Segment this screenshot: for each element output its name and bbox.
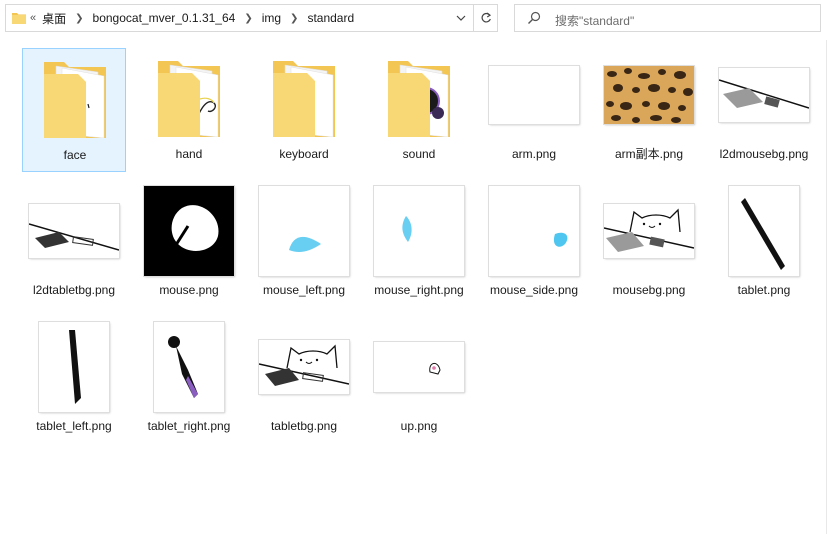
folder-item[interactable]: hand	[137, 48, 241, 172]
folder-icon	[158, 61, 220, 137]
file-item[interactable]: tablet_left.png	[22, 320, 126, 444]
item-label: tablet_left.png	[36, 419, 112, 433]
chevron-down-icon	[456, 15, 466, 21]
item-label: mouse_side.png	[489, 283, 579, 297]
chevron-right-icon[interactable]: ❯	[75, 13, 83, 24]
item-label: sound	[402, 147, 436, 161]
refresh-button[interactable]	[473, 5, 498, 31]
breadcrumb: « 桌面 ❯ bongocat_mver_0.1.31_64 ❯ img ❯ s…	[30, 5, 354, 31]
address-bar[interactable]: « 桌面 ❯ bongocat_mver_0.1.31_64 ❯ img ❯ s…	[5, 4, 498, 32]
folder-icon	[388, 61, 450, 137]
navigation-toolbar: « 桌面 ❯ bongocat_mver_0.1.31_64 ❯ img ❯ s…	[0, 0, 833, 38]
file-item[interactable]: mouse.png	[137, 184, 241, 308]
item-label: hand	[175, 147, 203, 161]
file-item[interactable]: mouse_right.png	[367, 184, 471, 308]
file-item[interactable]: tablet_right.png	[137, 320, 241, 444]
folder-item[interactable]: keyboard	[252, 48, 356, 172]
file-item[interactable]: l2dtabletbg.png	[22, 184, 126, 308]
item-label: tablet.png	[737, 283, 791, 297]
up-thumbnail	[374, 342, 464, 392]
chevron-right-icon[interactable]: ❯	[244, 13, 252, 24]
item-label: up.png	[400, 419, 438, 433]
item-label: mouse.png	[159, 283, 219, 297]
file-item[interactable]: l2dmousebg.png	[712, 48, 816, 172]
breadcrumb-bongocat[interactable]: bongocat_mver_0.1.31_64	[93, 11, 236, 25]
breadcrumb-desktop[interactable]: 桌面	[42, 10, 66, 27]
item-label: keyboard	[279, 147, 329, 161]
item-label: tabletbg.png	[270, 419, 338, 433]
folder-item[interactable]: sound	[367, 48, 471, 172]
file-item[interactable]: mouse_left.png	[252, 184, 356, 308]
breadcrumb-overflow[interactable]: «	[30, 12, 36, 24]
item-label: mouse_right.png	[374, 283, 464, 297]
search-input[interactable]: 搜索"standard"	[555, 12, 634, 29]
mouse-right-thumbnail	[374, 186, 464, 276]
refresh-icon	[481, 12, 492, 23]
folder-icon	[12, 13, 26, 24]
item-label: mousebg.png	[612, 283, 686, 297]
file-item[interactable]: mousebg.png	[597, 184, 701, 308]
item-label: mouse_left.png	[262, 283, 346, 297]
item-label: l2dtabletbg.png	[32, 283, 116, 297]
file-item[interactable]: mouse_side.png	[482, 184, 586, 308]
file-item[interactable]: up.png	[367, 320, 471, 444]
tabletbg-thumbnail	[29, 204, 119, 258]
scrollbar-track[interactable]	[826, 40, 827, 534]
search-icon	[528, 11, 541, 24]
item-label: face	[63, 148, 87, 162]
file-item[interactable]: arm.png	[482, 48, 586, 172]
tablet-pen-thumbnail	[729, 186, 799, 276]
folder-item[interactable]: face	[22, 48, 126, 172]
folder-icon	[273, 61, 335, 137]
tablet-right-thumbnail	[154, 322, 224, 412]
mouse-thumbnail	[144, 186, 234, 276]
item-label: arm副本.png	[614, 147, 684, 161]
mouse-side-thumbnail	[489, 186, 579, 276]
file-item[interactable]: arm副本.png	[597, 48, 701, 172]
search-box[interactable]: 搜索"standard"	[514, 4, 821, 32]
mousebg-cat-thumbnail	[604, 204, 694, 258]
folder-icon	[44, 62, 106, 138]
address-history-button[interactable]	[452, 5, 470, 31]
tablet-left-thumbnail	[39, 322, 109, 412]
leopard-thumbnail	[604, 66, 694, 124]
image-thumbnail	[489, 66, 579, 124]
item-label: arm.png	[511, 147, 557, 161]
file-item[interactable]: tablet.png	[712, 184, 816, 308]
item-label: tablet_right.png	[147, 419, 231, 433]
mousebg-thumbnail	[719, 68, 809, 122]
tabletbg-cat-thumbnail	[259, 340, 349, 394]
file-item[interactable]: tabletbg.png	[252, 320, 356, 444]
item-label: l2dmousebg.png	[719, 147, 809, 161]
mouse-left-thumbnail	[259, 186, 349, 276]
chevron-right-icon[interactable]: ❯	[290, 13, 298, 24]
breadcrumb-standard[interactable]: standard	[307, 11, 354, 25]
breadcrumb-img[interactable]: img	[262, 11, 281, 25]
